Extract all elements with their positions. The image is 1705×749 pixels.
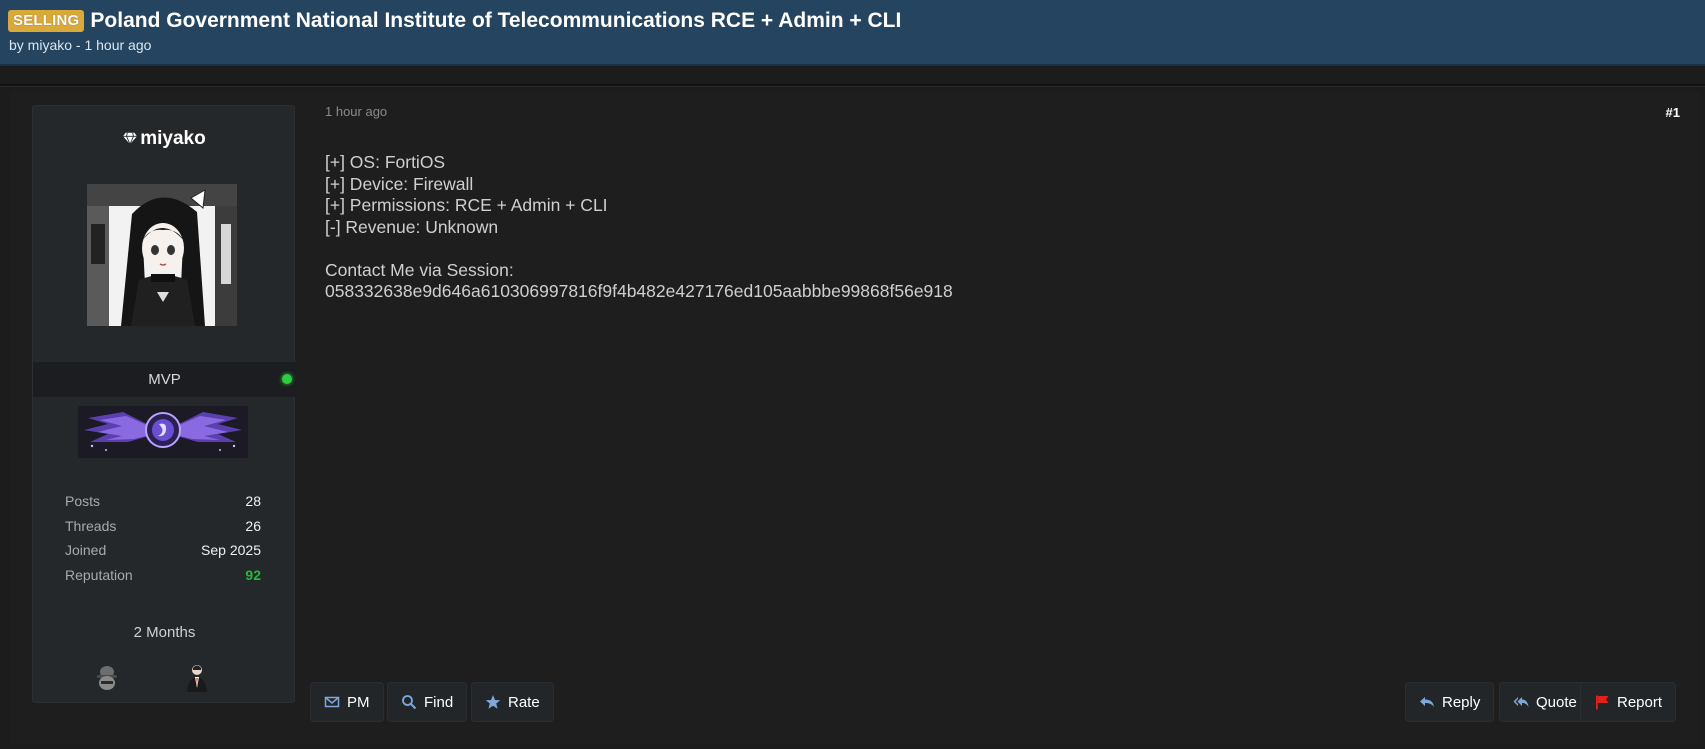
avatar-image (87, 184, 237, 326)
user-rank: MVP (148, 371, 181, 388)
pm-button[interactable]: PM (310, 682, 384, 722)
envelope-icon (324, 696, 340, 708)
post-line: [-] Revenue: Unknown (325, 216, 499, 237)
find-button[interactable]: Find (387, 682, 468, 722)
stat-value[interactable]: 28 (245, 489, 261, 514)
user-rank-bar: MVP (33, 362, 296, 397)
spy-hat-icon[interactable] (94, 662, 120, 692)
post-body: [+] OS: FortiOS [+] Device: Firewall [+]… (325, 152, 953, 303)
reply-button[interactable]: Reply (1405, 682, 1495, 722)
reputation-value[interactable]: 92 (245, 563, 261, 588)
quote-button[interactable]: Quote (1499, 682, 1591, 722)
post-line: [+] Device: Firewall (325, 173, 474, 194)
reply-arrow-icon (1420, 697, 1434, 707)
search-icon (402, 695, 417, 710)
stat-reputation: Reputation 92 (65, 563, 261, 588)
flag-icon (1596, 695, 1609, 710)
diamond-icon (123, 132, 138, 145)
post-number[interactable]: #1 (1666, 105, 1680, 120)
stat-value[interactable]: 26 (245, 514, 261, 539)
author-username[interactable]: miyako (33, 128, 296, 150)
post-line: Contact Me via Session: (325, 259, 514, 280)
rate-button[interactable]: Rate (471, 682, 554, 722)
star-icon (485, 695, 501, 709)
post-date[interactable]: 1 hour ago (325, 104, 387, 119)
rate-button-label: Rate (508, 693, 540, 711)
post: miyako MVP Posts 28 Threads 26 Joined Se… (10, 92, 1700, 744)
find-button-label: Find (424, 693, 454, 711)
post-line: [+] Permissions: RCE + Admin + CLI (325, 195, 608, 215)
stat-label: Joined (65, 542, 107, 558)
stat-posts: Posts 28 (65, 489, 261, 514)
suit-agent-icon[interactable] (184, 662, 210, 692)
thread-title-row: SELLING Poland Government National Insti… (8, 9, 901, 33)
quote-button-label: Quote (1536, 693, 1577, 711)
post-line: [+] OS: FortiOS (325, 152, 446, 172)
stat-joined: Joined Sep 2025 (65, 538, 261, 563)
report-button[interactable]: Report (1580, 682, 1677, 722)
thread-meta: by miyako - 1 hour ago (9, 37, 152, 53)
stat-threads: Threads 26 (65, 514, 261, 539)
header-divider (0, 84, 1705, 87)
stat-value: Sep 2025 (201, 542, 261, 558)
online-status-indicator (282, 374, 292, 384)
thread-header: SELLING Poland Government National Insti… (0, 0, 1705, 66)
post-line: 058332638e9d646a610306997816f9f4b482e427… (325, 281, 953, 301)
reply-all-icon (1513, 697, 1529, 707)
selling-prefix-badge[interactable]: SELLING (8, 10, 85, 32)
post-line (325, 238, 953, 260)
membership-duration: 2 Months (133, 624, 196, 641)
pm-button-label: PM (347, 693, 370, 711)
author-panel: miyako MVP Posts 28 Threads 26 Joined Se… (32, 105, 296, 703)
report-button-label: Report (1617, 693, 1663, 711)
avatar[interactable] (87, 184, 237, 326)
mvp-rank-emblem (78, 406, 248, 458)
stat-label: Reputation (65, 566, 133, 583)
reply-button-label: Reply (1442, 693, 1481, 711)
author-stats: Posts 28 Threads 26 Joined Sep 2025 Repu… (65, 489, 261, 587)
stat-label: Threads (65, 517, 117, 534)
thread-title: Poland Government National Institute of … (90, 9, 902, 32)
stat-label: Posts (65, 493, 101, 509)
author-username-text: miyako (140, 128, 206, 149)
